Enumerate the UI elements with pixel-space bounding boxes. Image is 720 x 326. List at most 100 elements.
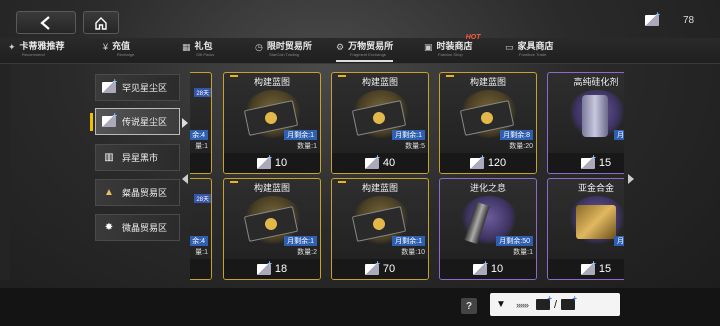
- monthly-limit: 月剩余:1: [392, 236, 425, 246]
- item-name: 构建蓝图: [253, 76, 290, 87]
- item-card[interactable]: 高纯硅化剂 月剩余 数量 15: [547, 72, 624, 174]
- monthly-limit: 月剩余: [614, 236, 624, 246]
- rarity-tick: [446, 75, 454, 77]
- tab-label: 卡蒂雅推荐: [19, 41, 65, 51]
- item-card[interactable]: 进化之息 月剩余:50 数量:1 10: [439, 178, 537, 280]
- price-bar: 40: [332, 153, 428, 173]
- scroll-left-arrow-icon[interactable]: [182, 174, 188, 184]
- home-icon: [95, 16, 107, 30]
- hot-badge: HOT: [465, 34, 481, 41]
- item-price: 120: [487, 157, 507, 169]
- tab-recommend[interactable]: ✦ 卡蒂雅推荐 Recommend: [8, 40, 65, 62]
- scroll-right-arrow-icon[interactable]: [628, 174, 634, 184]
- item-card[interactable]: 构建蓝图 月剩余:1 数量:5 40: [331, 72, 429, 174]
- card-header: 构建蓝图: [332, 179, 428, 195]
- rarity-tick: [230, 181, 238, 183]
- card-header: 构建蓝图: [224, 179, 320, 195]
- triangle-crystal-icon: ▲: [104, 187, 114, 198]
- tab-recharge[interactable]: ¥ 充值 Recharge: [103, 40, 134, 62]
- price-bar: 10: [440, 259, 536, 279]
- item-card[interactable]: 28天 余:4 量:1 10: [190, 72, 212, 174]
- item-price: 70: [382, 263, 396, 275]
- subnav-label: 异星黑市: [122, 153, 159, 163]
- item-name: 高纯硅化剂: [573, 76, 619, 87]
- item-quantity: 数量:10: [401, 249, 425, 256]
- price-bar: 15: [548, 153, 624, 173]
- tab-fashion-shop[interactable]: ▣ 时装商店 Fashion Shop HOT: [424, 34, 481, 62]
- item-name: 构建蓝图: [253, 182, 290, 193]
- subnav-rare-stardust[interactable]: 罕见星尘区: [95, 74, 180, 101]
- back-button[interactable]: [16, 11, 76, 34]
- item-quantity: 数量:1: [513, 249, 533, 256]
- spiky-crystal-icon: ✸: [104, 222, 114, 233]
- tab-gift-packs[interactable]: ▦ 礼包 Gift Packs: [182, 40, 215, 62]
- exchange-button[interactable]: ▼ ›››››› /: [490, 293, 620, 316]
- item-price: 10: [490, 263, 504, 275]
- tab-label: 充值: [112, 41, 131, 51]
- tab-sub: Gift Packs: [196, 52, 215, 57]
- monthly-limit: 月剩余:1: [284, 130, 317, 140]
- subnav-label: 罕见星尘区: [122, 83, 168, 93]
- tab-furniture-shop[interactable]: ▭ 家具商店 Furniture Trade: [505, 40, 554, 62]
- item-quantity: 量:1: [195, 249, 208, 256]
- stardust-chip-icon: [256, 153, 272, 169]
- top-bar: 78: [0, 0, 720, 40]
- stardust-chip-icon: [580, 153, 596, 169]
- rarity-tick: [338, 75, 346, 77]
- stardust-chip-icon: [364, 153, 380, 169]
- home-button[interactable]: [83, 11, 119, 34]
- price-bar: 70: [332, 259, 428, 279]
- card-header: 进化之息: [440, 179, 536, 195]
- monthly-limit: 月剩余:50: [496, 236, 533, 246]
- stardust-chip-icon: [364, 259, 380, 275]
- star-icon: ✦: [8, 42, 16, 52]
- item-name: 构建蓝图: [361, 76, 398, 87]
- monthly-limit: 余:4: [190, 236, 208, 246]
- card-header: 构建蓝图: [332, 73, 428, 89]
- v-logo-icon: ▼: [496, 298, 506, 310]
- item-card[interactable]: 构建蓝图 月剩余:1 数量:10 70: [331, 178, 429, 280]
- price-bar: 15: [548, 259, 624, 279]
- monthly-limit: 月剩余: [614, 130, 624, 140]
- rarity-tick: [338, 181, 346, 183]
- card-header: 亚金合金: [548, 179, 624, 195]
- item-card[interactable]: 构建蓝图 月剩余:8 数量:20 120: [439, 72, 537, 174]
- item-card[interactable]: 构建蓝图 月剩余:1 数量:1 10: [223, 72, 321, 174]
- duration-tag: 28天: [194, 194, 211, 203]
- chip-icon: [101, 111, 117, 129]
- price-bar: 120: [440, 153, 536, 173]
- subnav-legend-stardust[interactable]: 传说星尘区: [90, 108, 180, 135]
- subnav-crystal-trade[interactable]: ▲ 粲晶贸易区: [95, 179, 180, 206]
- slash-separator: /: [553, 298, 558, 311]
- currency-display[interactable]: 78: [645, 10, 715, 28]
- monthly-limit: 月剩余:1: [284, 236, 317, 246]
- item-card[interactable]: 28天 余:4 量:1: [190, 178, 212, 280]
- stardust-chip-icon: [472, 259, 488, 275]
- stardust-chip-icon: [256, 259, 272, 275]
- tab-sub: Fragment Exchange: [350, 52, 387, 57]
- tab-fragment-exchange[interactable]: ⚙ 万物贸易所 Fragment Exchange: [336, 40, 394, 62]
- gift-icon: ▦: [182, 42, 191, 52]
- item-name: 构建蓝图: [469, 76, 506, 87]
- subnav-black-market[interactable]: ▥ 异星黑市: [95, 144, 180, 171]
- stardust-chip-icon: [535, 294, 552, 310]
- item-shelf[interactable]: 28天 余:4 量:1 10 构建蓝图 月剩余:1 数量:1 10 构建蓝图 月…: [190, 66, 624, 280]
- tab-label: 万物贸易所: [348, 41, 394, 51]
- market-icon: ▥: [104, 152, 114, 163]
- item-quantity: 量:1: [195, 143, 208, 150]
- tab-sub: Furniture Trade: [519, 52, 547, 57]
- item-card[interactable]: 亚金合金 月剩余 数量 15: [547, 178, 624, 280]
- tab-label: 限时贸易所: [266, 41, 312, 51]
- item-price: 15: [598, 263, 612, 275]
- item-card[interactable]: 构建蓝图 月剩余:1 数量:2 18: [223, 178, 321, 280]
- item-quantity: 数量:20: [509, 143, 533, 150]
- card-header: 构建蓝图: [224, 73, 320, 89]
- tab-timed-trade[interactable]: ◷ 限时贸易所 StarCoin Trading: [255, 40, 312, 62]
- subnav-microcrystal-trade[interactable]: ✸ 微晶贸易区: [95, 214, 180, 241]
- rarity-tick: [230, 75, 238, 77]
- silicide-canister-icon: [582, 95, 608, 137]
- stardust-chip-icon: [469, 153, 485, 169]
- stardust-chip-icon: [561, 294, 577, 310]
- help-button[interactable]: ?: [461, 298, 477, 314]
- price-bar: 10: [190, 153, 211, 173]
